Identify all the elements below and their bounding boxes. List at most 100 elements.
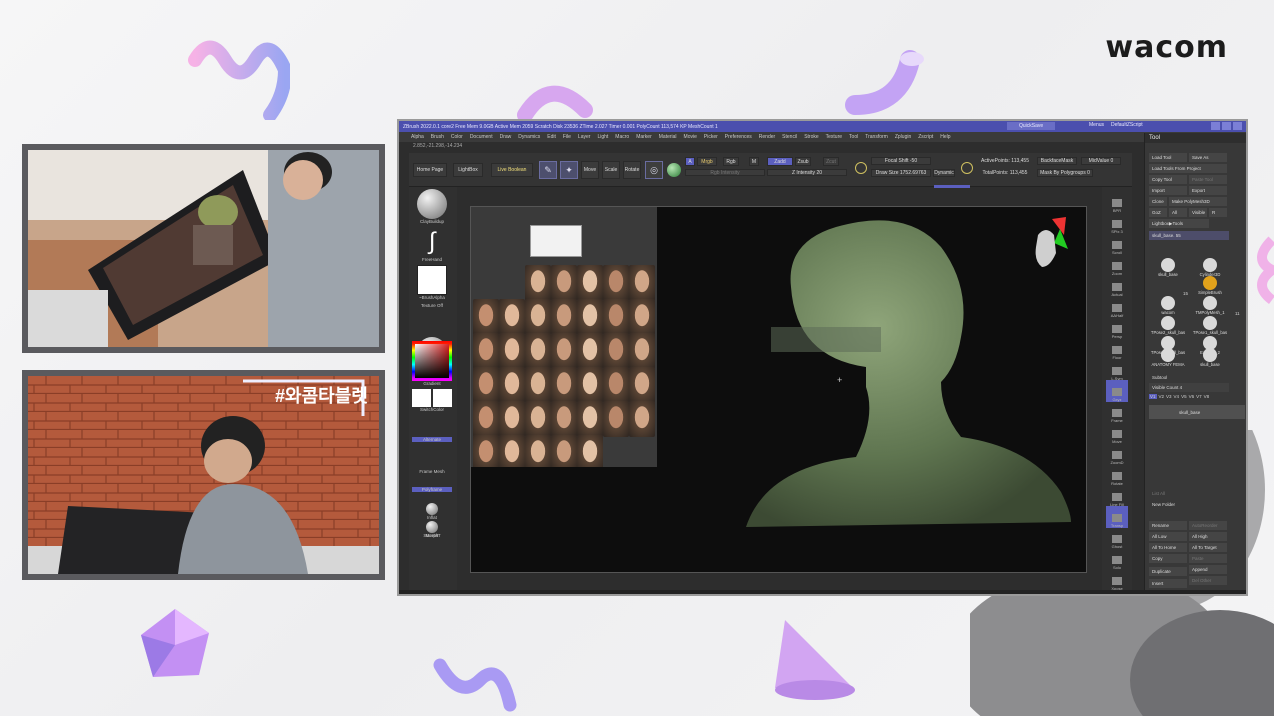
right-shelf-spix-3[interactable]: SPix 3 [1106, 212, 1128, 234]
right-shelf-line-fill[interactable]: Line Fill [1106, 485, 1128, 507]
tool-btn-import[interactable]: Import [1149, 186, 1187, 195]
tool-thumb[interactable]: skull_base [1149, 243, 1187, 277]
menu-brush[interactable]: Brush [431, 134, 444, 140]
window-close-icon[interactable] [1233, 122, 1242, 130]
subtool-all-to-home-button[interactable]: All To Home [1149, 543, 1187, 552]
right-shelf-transp[interactable]: Transp [1106, 506, 1128, 528]
zcut-button[interactable]: Zcut [823, 157, 839, 166]
right-shelf-gxyz[interactable]: Gxyz [1106, 380, 1128, 402]
right-shelf-move[interactable]: Move [1106, 422, 1128, 444]
tool-btn-paste-tool[interactable]: Paste Tool [1189, 175, 1227, 184]
subtool-version-v7[interactable]: V7 [1196, 394, 1202, 399]
subtool-version-v6[interactable]: V6 [1189, 394, 1195, 399]
subtool-palette-title[interactable]: Subtool [1149, 373, 1229, 382]
left-shelf-item-2[interactable]: ~BrushAlpha [412, 265, 452, 300]
sculpt-model-view[interactable]: + [471, 207, 1088, 574]
subtool-insert-button[interactable]: Insert [1149, 579, 1187, 588]
menu-dynamics[interactable]: Dynamics [518, 134, 540, 140]
rgb-button[interactable]: Rgb [723, 157, 739, 166]
menu-layer[interactable]: Layer [578, 134, 591, 140]
tool-btn-export[interactable]: Export [1189, 186, 1227, 195]
menu-stroke[interactable]: Stroke [804, 134, 818, 140]
right-shelf-aahalf[interactable]: AAHalf [1106, 296, 1128, 318]
focal-shift-icon[interactable] [855, 162, 867, 174]
home-page-button[interactable]: Home Page [413, 163, 447, 177]
menu-texture[interactable]: Texture [826, 134, 842, 140]
navigation-head-icon[interactable] [1030, 215, 1070, 275]
tool-btn-clone[interactable]: Clone [1149, 197, 1167, 206]
right-shelf-persp[interactable]: Persp [1106, 317, 1128, 339]
subtool-version-v5[interactable]: V5 [1181, 394, 1187, 399]
left-shelf-item-9[interactable]: Polyframe [412, 487, 452, 492]
tool-btn-load-tools-from-project[interactable]: Load Tools From Project [1149, 164, 1227, 173]
right-shelf-xpose[interactable]: Xpose [1106, 569, 1128, 591]
subtool-copy-button[interactable]: Copy [1149, 554, 1187, 563]
right-shelf-actual[interactable]: Actual [1106, 275, 1128, 297]
subtool-duplicate-button[interactable]: Duplicate [1149, 567, 1187, 576]
left-shelf-item-0[interactable]: ClayBuildup [412, 189, 452, 224]
menu-preferences[interactable]: Preferences [725, 134, 752, 140]
window-maximize-icon[interactable] [1222, 122, 1231, 130]
right-shelf-zoomd[interactable]: ZoomD [1106, 443, 1128, 465]
tool-btn-r[interactable]: R [1209, 208, 1227, 217]
tool-palette-title[interactable]: Tool [1145, 133, 1246, 143]
tool-btn-visible[interactable]: Visible [1189, 208, 1207, 217]
edit-mode-icon[interactable]: ✎ [539, 161, 557, 179]
menu-zscript[interactable]: Zscript [918, 134, 933, 140]
tool-btn-save-as[interactable]: Save As [1189, 153, 1227, 162]
tool-btn-lightbox-tools[interactable]: Lightbox▶Tools [1149, 219, 1209, 228]
left-shelf-item-5[interactable]: Gradient [412, 341, 452, 386]
menus-toggle[interactable]: Menus [1089, 122, 1104, 128]
right-shelf-bpr[interactable]: BPR [1106, 191, 1128, 213]
draw-size-icon[interactable] [961, 162, 973, 174]
subtool-version-v1[interactable]: V1 [1149, 394, 1157, 399]
right-shelf-ghost[interactable]: Ghost [1106, 527, 1128, 549]
right-shelf-zoom[interactable]: Zoom [1106, 254, 1128, 276]
new-folder-button[interactable]: New Folder [1149, 500, 1189, 509]
tool-btn-load-tool[interactable]: Load Tool [1149, 153, 1187, 162]
move-button[interactable]: Move [581, 161, 599, 179]
current-tool-slider[interactable]: skull_base. 55 [1149, 231, 1229, 240]
subtool-version-v3[interactable]: V3 [1166, 394, 1172, 399]
menu-render[interactable]: Render [759, 134, 775, 140]
window-minimize-icon[interactable] [1211, 122, 1220, 130]
tool-btn-copy-tool[interactable]: Copy Tool [1149, 175, 1187, 184]
menu-material[interactable]: Material [659, 134, 677, 140]
right-shelf-scroll[interactable]: Scroll [1106, 233, 1128, 255]
midvalue-slider[interactable]: MidValue 0 [1081, 157, 1121, 165]
tool-btn-goz[interactable]: GoZ [1149, 208, 1167, 217]
z-intensity-slider[interactable]: Z Intensity 20 [767, 169, 847, 176]
zadd-button[interactable]: Zadd [767, 157, 793, 166]
gyro-icon[interactable]: ◎ [645, 161, 663, 179]
menu-light[interactable]: Light [597, 134, 608, 140]
viewport-canvas[interactable]: + [470, 206, 1087, 573]
subtool-all-to-target-button[interactable]: All To Target [1189, 543, 1227, 552]
material-sphere-icon[interactable] [667, 163, 681, 177]
left-shelf-item-8[interactable]: Frame Mesh [412, 469, 452, 474]
left-shelf-item-12[interactable]: StoreMT [412, 533, 452, 538]
visible-count-slider[interactable]: Visible Count 4 [1149, 383, 1229, 392]
menu-document[interactable]: Document [470, 134, 493, 140]
menu-stencil[interactable]: Stencil [782, 134, 797, 140]
left-shelf-item-10[interactable]: Inflat [412, 503, 452, 520]
menu-zplugin[interactable]: Zplugin [895, 134, 911, 140]
menu-edit[interactable]: Edit [547, 134, 556, 140]
mrgb-button[interactable]: Mrgb [697, 157, 717, 166]
left-shelf-item-6[interactable]: SwitchColor [412, 389, 452, 412]
right-shelf-frame[interactable]: Frame [1106, 401, 1128, 423]
script-selector[interactable]: DefaultZScript [1111, 122, 1143, 128]
focal-shift-slider[interactable]: Focal Shift -50 [871, 157, 931, 165]
subtool-all-low-button[interactable]: All Low [1149, 532, 1187, 541]
menu-tool[interactable]: Tool [849, 134, 858, 140]
dynamic-toggle[interactable]: Dynamic [933, 169, 955, 177]
zsub-button[interactable]: Zsub [795, 157, 811, 166]
subtool-version-v4[interactable]: V4 [1174, 394, 1180, 399]
menu-marker[interactable]: Marker [636, 134, 652, 140]
m-button[interactable]: M [749, 157, 759, 166]
right-shelf-solo[interactable]: Solo [1106, 548, 1128, 570]
right-shelf-rotate[interactable]: Rotate [1106, 464, 1128, 486]
subtool-all-high-button[interactable]: All High [1189, 532, 1227, 541]
tool-btn-make-polymesh3d[interactable]: Make PolyMesh3D [1169, 197, 1227, 206]
rotate-button[interactable]: Rotate [623, 161, 641, 179]
tool-btn-all[interactable]: All [1169, 208, 1187, 217]
